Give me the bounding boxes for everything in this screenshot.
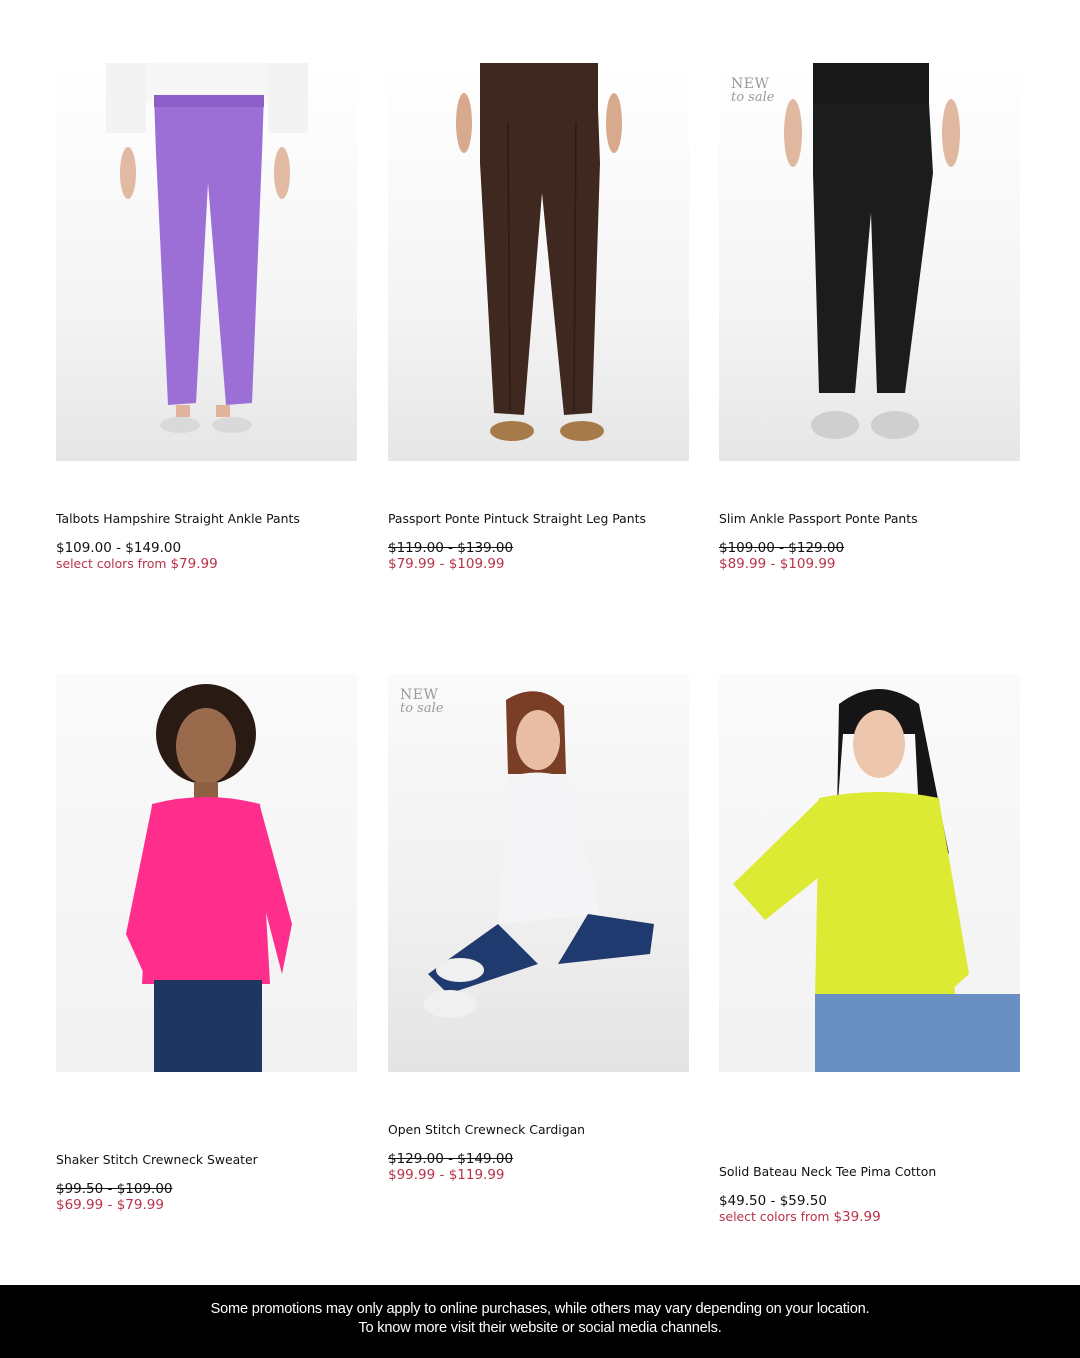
product-card[interactable]: Talbots Hampshire Straight Ankle Pants $… xyxy=(56,63,357,572)
product-card[interactable]: Solid Bateau Neck Tee Pima Cotton $49.50… xyxy=(719,674,1020,1225)
sale-price: $89.99 - $109.99 xyxy=(719,556,836,572)
original-price: $99.50 - $109.00 xyxy=(56,1181,173,1197)
pants-illustration xyxy=(106,63,308,433)
badge-line1: NEW xyxy=(400,687,439,703)
new-to-sale-badge: NEW to sale xyxy=(400,688,443,716)
sale-price: $99.99 - $119.99 xyxy=(388,1167,505,1183)
product-price: $109.00 - $149.00 xyxy=(56,540,182,556)
original-price: $109.00 - $129.00 xyxy=(719,540,845,556)
product-name[interactable]: Open Stitch Crewneck Cardigan xyxy=(388,1122,689,1137)
product-card[interactable]: NEW to sale Open Stitch Crewneck Cardiga… xyxy=(388,674,689,1183)
tee-illustration xyxy=(733,689,1020,1072)
sale-note: select colors from $39.99 xyxy=(719,1209,1020,1225)
badge-line2: to sale xyxy=(731,90,775,105)
cardigan-illustration xyxy=(424,691,654,1018)
product-name[interactable]: Talbots Hampshire Straight Ankle Pants xyxy=(56,511,357,526)
promo-disclaimer-footer: Some promotions may only apply to online… xyxy=(0,1285,1080,1358)
product-image-white-cardigan[interactable]: NEW to sale xyxy=(388,674,689,1072)
product-image-lime-tee[interactable] xyxy=(719,674,1020,1072)
sale-note: select colors from $79.99 xyxy=(56,556,357,572)
product-name[interactable]: Shaker Stitch Crewneck Sweater xyxy=(56,1152,357,1167)
pants-illustration xyxy=(456,63,622,441)
sweater-illustration xyxy=(126,684,292,1072)
pants-illustration xyxy=(784,63,960,439)
product-name[interactable]: Slim Ankle Passport Ponte Pants xyxy=(719,511,1020,526)
product-name[interactable]: Passport Ponte Pintuck Straight Leg Pant… xyxy=(388,511,689,526)
product-card[interactable]: Shaker Stitch Crewneck Sweater $99.50 - … xyxy=(56,674,357,1213)
product-image-brown-pants[interactable] xyxy=(388,63,689,461)
product-price: $49.50 - $59.50 xyxy=(719,1193,827,1209)
sale-note-price: $39.99 xyxy=(833,1209,881,1225)
product-name[interactable]: Solid Bateau Neck Tee Pima Cotton xyxy=(719,1164,1020,1179)
product-image-black-pants[interactable]: NEW to sale xyxy=(719,63,1020,461)
product-image-purple-pants[interactable] xyxy=(56,63,357,461)
product-card[interactable]: NEW to sale Slim Ankle Passport Ponte Pa… xyxy=(719,63,1020,572)
disclaimer-line-1: Some promotions may only apply to online… xyxy=(210,1301,870,1317)
sale-price: $69.99 - $79.99 xyxy=(56,1197,164,1213)
disclaimer-line-2: To know more visit their website or soci… xyxy=(358,1320,722,1336)
badge-line2: to sale xyxy=(400,701,444,716)
sale-note-label: select colors from xyxy=(56,556,167,571)
product-image-pink-sweater[interactable] xyxy=(56,674,357,1072)
sale-price: $79.99 - $109.99 xyxy=(388,556,505,572)
new-to-sale-badge: NEW to sale xyxy=(731,77,774,105)
original-price: $129.00 - $149.00 xyxy=(388,1151,514,1167)
original-price: $119.00 - $139.00 xyxy=(388,540,514,556)
badge-line1: NEW xyxy=(731,76,770,92)
sale-note-label: select colors from xyxy=(719,1209,830,1224)
product-card[interactable]: Passport Ponte Pintuck Straight Leg Pant… xyxy=(388,63,689,572)
sale-note-price: $79.99 xyxy=(170,556,218,572)
